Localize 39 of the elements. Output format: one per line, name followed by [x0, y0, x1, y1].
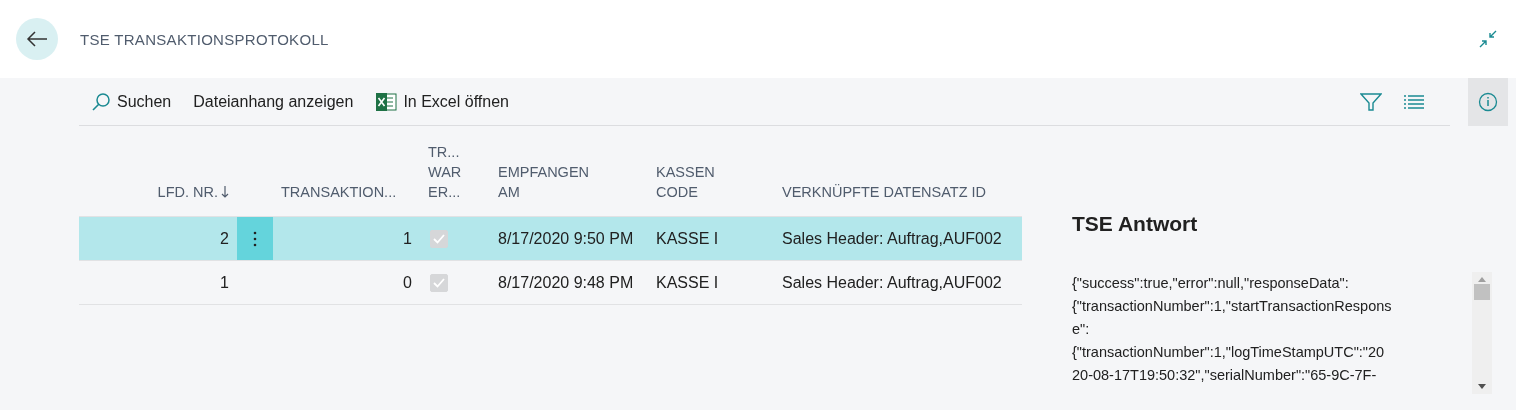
table-cell-text: 2 [219, 228, 230, 249]
more-icon [253, 230, 257, 247]
scrollbar[interactable] [1472, 272, 1492, 394]
excel-button[interactable]: In Excel öffnen [375, 91, 509, 112]
table-cell-text: KASSE I [655, 228, 720, 249]
column-header[interactable]: TRANSAKTION... [273, 182, 420, 216]
back-arrow-icon [26, 30, 48, 48]
column-header[interactable]: EMPFANGEN AM [490, 162, 648, 216]
response-line: {"transactionNumber":1,"startTransactionRespons [1072, 297, 1393, 316]
response-line: 20-08-17T19:50:32","serialNumber":"65-9C-7F- [1072, 366, 1378, 385]
table-cell-text: 8/17/2020 9:50 PM [497, 228, 635, 249]
scroll-down-icon[interactable] [1477, 384, 1487, 390]
table-row[interactable]: 1 0 8/17/2020 9:48 PM KASSE I Sales Header: Auftrag,AUF002 [79, 260, 1022, 305]
scroll-thumb[interactable] [1474, 284, 1490, 300]
column-header[interactable]: KASSEN CODE [648, 162, 774, 216]
table-cell-text: 1 [402, 228, 413, 249]
column-header[interactable]: TR... WAR ER... [420, 142, 490, 216]
column-header[interactable]: VERKNÜPFTE DATENSATZ ID [774, 182, 1022, 216]
scroll-up-icon[interactable] [1477, 276, 1487, 282]
table-cell-text: 1 [219, 272, 230, 293]
column-header[interactable]: LFD. NR. [79, 182, 237, 216]
factbox-title: TSE Antwort [1072, 212, 1199, 236]
action-button[interactable]: Dateianhang anzeigen [193, 92, 354, 111]
table-cell-text: 0 [402, 272, 413, 293]
search-icon [91, 91, 111, 112]
page-title: TSE TRANSAKTIONSPROTOKOLL [80, 30, 330, 48]
table-cell-text: Sales Header: Auftrag,AUF002 [781, 272, 1003, 293]
table-cell-text: Sales Header: Auftrag,AUF002 [781, 228, 1003, 249]
table-cell-text: 8/17/2020 9:48 PM [497, 272, 635, 293]
search-button[interactable]: Suchen [91, 91, 172, 112]
excel-icon [375, 91, 398, 112]
info-icon [1478, 92, 1498, 112]
response-line: {"transactionNumber":1,"logTimeStampUTC":"20 [1072, 343, 1386, 362]
info-button[interactable] [1468, 78, 1508, 126]
table-cell-text: KASSE I [655, 272, 720, 293]
response-line: e": [1072, 320, 1091, 339]
response-line: {"success":true,"error":null,"responseData": [1072, 274, 1350, 293]
back-button[interactable] [16, 18, 58, 60]
table-row[interactable]: 2 1 8/17/2020 9:50 PM KASSE I Sales Header: Auftrag,AUF002 [79, 216, 1022, 260]
